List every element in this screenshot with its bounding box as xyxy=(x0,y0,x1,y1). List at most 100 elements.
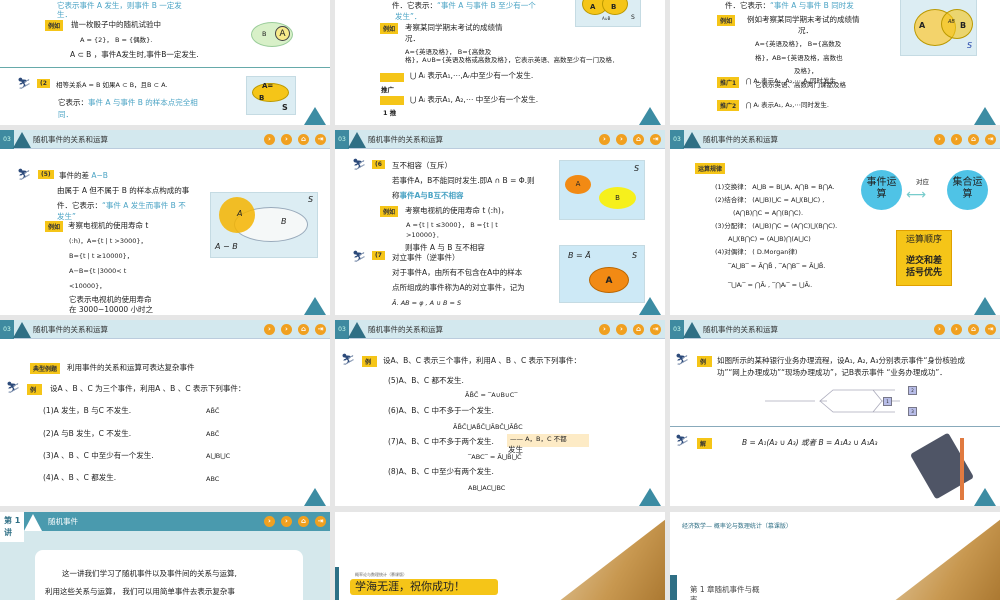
person-icon: ⛷ xyxy=(6,381,20,394)
home-icon[interactable]: ⌂ xyxy=(298,516,309,527)
venn-label: A xyxy=(589,267,629,293)
slide-thumbnail-3[interactable]: 件．它表示：“事件 A 与事件 B 同时发 例如 例如考察某同学期末考试的成绩情… xyxy=(670,0,1000,125)
slide-title: 随机事件的关系和运算 xyxy=(33,135,108,144)
text: 它表示事件 A 发生，则事件 B 一定发 xyxy=(57,1,182,10)
text: “事件 A 与事件 B 至少有一个 xyxy=(437,1,536,10)
text: 考察某同学期末考试的成绩情 xyxy=(405,23,503,32)
text: 发生”． xyxy=(395,12,422,21)
text: A⋃(B⋂C) = (A⋃B)⋂(A⋃C) xyxy=(728,235,811,243)
text: A={英语及格}， B={高数及 xyxy=(755,40,842,48)
slide-thumbnail-10[interactable]: 第 1 讲 随机事件 › › ⌂ ⇥ 这一讲我们学习了随机事件以及事件间的关系与运算,… xyxy=(0,512,330,600)
next-icon[interactable]: › xyxy=(951,134,962,145)
text: Ā. AB = φ , A ∪ B = S xyxy=(392,299,462,307)
number-tag: (2 xyxy=(37,79,50,88)
slide-header: 03 随机事件的关系和运算 › › ⌂ ⇥ xyxy=(335,320,665,339)
next-icon[interactable]: › xyxy=(264,134,275,145)
slide-thumbnail-11[interactable]: 概率论与数理统计（慕课版） 学海无涯，祝你成功！ xyxy=(335,512,665,600)
answer: AB̄C̄ xyxy=(206,407,220,415)
slide-header: 03 随机事件的关系和运算 › › ⌂ ⇥ xyxy=(0,130,330,149)
text: A = {2}， B = {偶数}. xyxy=(80,36,153,44)
next-icon[interactable]: › xyxy=(599,134,610,145)
venn-label: A xyxy=(275,26,290,41)
person-icon: ⛷ xyxy=(341,353,355,366)
background-photo xyxy=(893,512,1000,600)
text: <10000}， xyxy=(69,282,106,290)
next-icon[interactable]: › xyxy=(281,324,292,335)
home-icon[interactable]: ⌂ xyxy=(633,324,644,335)
slide-thumbnail-7[interactable]: 03 随机事件的关系和运算 › › ⌂ ⇥ 典型例题 利用事件的关系和运算可表达复杂事件… xyxy=(0,320,330,506)
slide-thumbnail-5[interactable]: 03 随机事件的关系和运算 › › ⌂ ⇥ ⛷ (6 互不相容（互斥） 若事件A，B不能… xyxy=(335,130,665,315)
next-icon[interactable]: › xyxy=(616,324,627,335)
text: 若事件A，B不能同时发生.即A ∩ B = Φ.则 xyxy=(392,176,535,185)
slide-title: 随机事件 xyxy=(48,517,78,526)
question: (8)A、B、C 中至少有两个发生. xyxy=(388,467,494,476)
home-icon[interactable]: ⌂ xyxy=(298,134,309,145)
next-icon[interactable]: › xyxy=(281,134,292,145)
end-icon[interactable]: ⇥ xyxy=(315,516,326,527)
next-icon[interactable]: › xyxy=(264,516,275,527)
end-icon[interactable]: ⇥ xyxy=(315,134,326,145)
typical-example-tag: 典型例题 xyxy=(30,363,61,374)
slide-thumbnail-8[interactable]: 03 随机事件的关系和运算 › › ⌂ ⇥ ⛷ 例 设A、B、C 表示三个事件，利用A … xyxy=(335,320,665,506)
slide-header: 03 随机事件的关系和运算 › › ⌂ ⇥ xyxy=(670,130,1000,149)
slide-thumbnail-9[interactable]: 03 随机事件的关系和运算 › › ⌂ ⇥ ⛷ 例 如图所示的某种银行业务办理流程，设A… xyxy=(670,320,1000,506)
next-icon[interactable]: › xyxy=(934,134,945,145)
answer: ABC̄ xyxy=(206,430,220,438)
question: (7)A、B、C 中不多于两个发生. xyxy=(388,437,494,446)
home-icon[interactable]: ⌂ xyxy=(968,134,979,145)
end-icon[interactable]: ⇥ xyxy=(650,134,661,145)
text: (4)对偶律： ( D.Morgan律) xyxy=(715,248,798,256)
home-icon[interactable]: ⌂ xyxy=(298,324,309,335)
slide-thumbnail-12[interactable]: 经济数学— 概率论与数理统计（慕课版） 第 1 章随机事件与概 率 xyxy=(670,512,1000,600)
text: 这一讲我们学习了随机事件以及事件间的关系与运算, xyxy=(62,569,237,578)
home-icon[interactable]: ⌂ xyxy=(633,134,644,145)
next-icon[interactable]: › xyxy=(616,134,627,145)
person-icon: ⛷ xyxy=(352,158,366,171)
chapter-title: 第 1 章随机事件与概 xyxy=(690,585,760,594)
text: ⋃ Aᵢ 表示A₁,⋯,Aₙ中至少有一个发生. xyxy=(410,71,534,80)
promo-tag xyxy=(380,73,404,82)
slide-thumbnail-4[interactable]: 03 随机事件的关系和运算 › › ⌂ ⇥ ⛷ (5) 事件的差 A−B 由属于 A 但… xyxy=(0,130,330,315)
book-title: 经济数学— 概率论与数理统计（慕课版） xyxy=(682,523,792,530)
text: 如图所示的某种银行业务办理流程，设A₁, A₂, A₃分别表示事件“身份核验成 xyxy=(717,356,965,365)
next-icon[interactable]: › xyxy=(934,324,945,335)
corner-decoration xyxy=(639,488,661,506)
venn-diagram: A B S A − B xyxy=(210,192,318,258)
text: (3)分配律： (A⋃B)⋂C = (A⋂C)⋃(B⋂C). xyxy=(715,222,838,230)
text: 考察电视机的使用寿命 t (:h)， xyxy=(405,206,509,215)
text: 况． xyxy=(405,34,420,43)
text: 对应 xyxy=(916,178,929,186)
end-icon[interactable]: ⇥ xyxy=(315,324,326,335)
divider xyxy=(0,67,330,68)
next-icon[interactable]: › xyxy=(264,324,275,335)
venn-label: A∪B xyxy=(602,16,611,21)
end-icon[interactable]: ⇥ xyxy=(985,324,996,335)
next-icon[interactable]: › xyxy=(951,324,962,335)
slide-thumbnail-6[interactable]: 03 随机事件的关系和运算 › › ⌂ ⇥ 运算规律 (1)交换律： A⋃B = B⋃A… xyxy=(670,130,1000,315)
end-icon[interactable]: ⇥ xyxy=(650,324,661,335)
text: A−B xyxy=(91,171,108,180)
slide-title: 随机事件的关系和运算 xyxy=(368,135,443,144)
text: 况． xyxy=(798,26,813,35)
text: >10000}． xyxy=(406,231,443,239)
number-tag: (5) xyxy=(38,170,54,179)
divider xyxy=(670,426,1000,427)
lecture-number: 第 1 xyxy=(4,516,21,525)
promo-label: 1 推 xyxy=(383,109,397,117)
slide-thumbnail-1[interactable]: 它表示事件 A 发生，则事件 B 一定发 生． 例如 抛一枚骰子中的随机试验中 … xyxy=(0,0,330,125)
text: 利用事件的关系和运算可表达复杂事件 xyxy=(67,363,195,372)
text: 设A、B、C 表示三个事件，利用A 、B 、C 表示下列事件： xyxy=(383,356,582,365)
corner-decoration xyxy=(304,488,326,506)
slide-thumbnail-2[interactable]: 件．它表示：“事件 A 与事件 B 至少有一个 发生”． 例如 考察某同学期末考… xyxy=(335,0,665,125)
next-icon[interactable]: › xyxy=(599,324,610,335)
home-icon[interactable]: ⌂ xyxy=(968,324,979,335)
operation-order-box: 运算顺序 逆交和差 括号优先 xyxy=(896,230,952,286)
text: 运算顺序 xyxy=(905,235,942,245)
venn-label: S xyxy=(282,103,288,112)
venn-diagram: B = Ā S A xyxy=(559,245,645,303)
end-icon[interactable]: ⇥ xyxy=(985,134,996,145)
text: A ⊂ B ，事件A发生时,事件B一定发生. xyxy=(70,50,199,59)
corner-decoration xyxy=(974,107,996,125)
next-icon[interactable]: › xyxy=(281,516,292,527)
set-ops-circle: 集合运算 xyxy=(947,170,988,210)
